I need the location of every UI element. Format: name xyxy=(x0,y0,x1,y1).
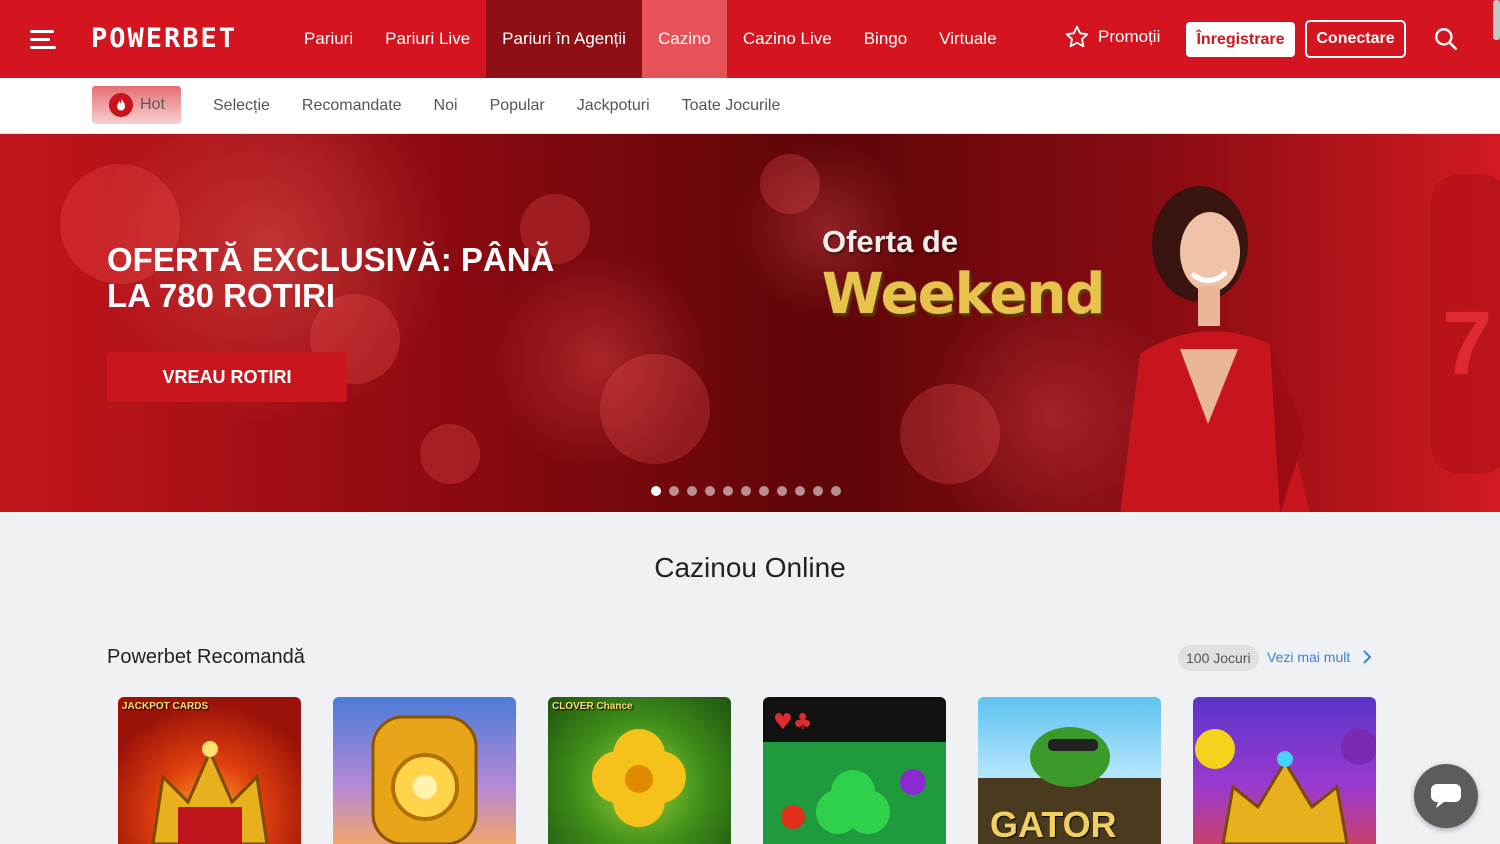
chat-icon xyxy=(1431,784,1461,808)
game-card[interactable] xyxy=(333,697,516,844)
slot-reel-decoration: 7 xyxy=(1430,174,1500,474)
bokeh-light xyxy=(900,384,1000,484)
category-selectie[interactable]: Selecție xyxy=(197,97,286,115)
carousel-dot[interactable] xyxy=(777,486,787,496)
star-icon xyxy=(1065,25,1089,48)
train-icon xyxy=(371,715,478,844)
top-navbar: POWERBET Pariuri Pariuri Live Pariuri în… xyxy=(0,0,1500,78)
carousel-dots xyxy=(651,486,849,496)
powerbet-logo[interactable]: POWERBET xyxy=(91,24,237,54)
hero-title: OFERTĂ EXCLUSIVĂ: PÂNĂ LA 780 ROTIRI xyxy=(107,241,555,314)
game-caption: CLOVER Chance xyxy=(552,701,633,712)
bokeh-light xyxy=(760,154,820,214)
nav-item-cazino[interactable]: Cazino xyxy=(641,0,727,78)
carousel-dot[interactable] xyxy=(741,486,751,496)
carousel-dot[interactable] xyxy=(831,486,841,496)
section-title: Cazinou Online xyxy=(654,552,846,583)
model-illustration xyxy=(1120,186,1310,512)
game-caption: JACKPOT CARDS xyxy=(122,701,209,712)
promotions-label: Promoții xyxy=(1098,27,1161,46)
carousel-dot[interactable] xyxy=(669,486,679,496)
carousel-dot[interactable] xyxy=(723,486,733,496)
nav-item-virtuale[interactable]: Virtuale xyxy=(923,0,1012,78)
svg-text:7: 7 xyxy=(1442,294,1492,394)
flame-icon xyxy=(109,93,133,117)
category-noi[interactable]: Noi xyxy=(418,97,474,115)
game-caption: GATOR xyxy=(990,804,1117,844)
game-cards-row: JACKPOT CARDS CLOVER Chance ♥♣ GATOR xyxy=(118,697,1408,844)
see-more-link[interactable]: Vezi mai mult xyxy=(1267,649,1372,665)
game-card[interactable] xyxy=(1193,697,1376,844)
game-card[interactable]: GATOR xyxy=(978,697,1161,844)
crown-icon xyxy=(151,741,269,844)
carousel-dot[interactable] xyxy=(795,486,805,496)
nav-item-pariuri[interactable]: Pariuri xyxy=(288,0,369,78)
nav-item-pariuri-agentii[interactable]: Pariuri în Agenții xyxy=(486,0,642,78)
carousel-dot[interactable] xyxy=(687,486,697,496)
see-more-label: Vezi mai mult xyxy=(1267,649,1351,665)
hero-banner[interactable]: OFERTĂ EXCLUSIVĂ: PÂNĂ LA 780 ROTIRI VRE… xyxy=(0,134,1500,512)
row-title: Powerbet Recomandă xyxy=(107,646,305,668)
games-count-badge: 100 Jocuri xyxy=(1178,645,1259,671)
game-card[interactable]: ♥♣ xyxy=(763,697,946,844)
chat-support-button[interactable] xyxy=(1414,764,1478,828)
category-hot[interactable]: Hot xyxy=(92,86,181,124)
main-nav: Pariuri Pariuri Live Pariuri în Agenții … xyxy=(288,0,1013,78)
offer-subtitle: Oferta de xyxy=(822,224,959,259)
hero-cta-button[interactable]: VREAU ROTIRI xyxy=(107,352,347,402)
category-popular[interactable]: Popular xyxy=(474,97,561,115)
bokeh-light xyxy=(600,354,710,464)
login-button[interactable]: Conectare xyxy=(1305,20,1406,58)
hamburger-menu-icon[interactable] xyxy=(30,26,58,52)
search-icon[interactable] xyxy=(1433,26,1459,57)
svg-text:♥♣: ♥♣ xyxy=(773,710,812,735)
game-card[interactable]: CLOVER Chance xyxy=(548,697,731,844)
carousel-dot[interactable] xyxy=(651,486,661,496)
carousel-dot[interactable] xyxy=(813,486,823,496)
bokeh-light xyxy=(420,424,480,484)
chevron-right-icon xyxy=(1363,650,1372,664)
offer-headline: Weekend xyxy=(822,262,1105,327)
clover-icon xyxy=(592,729,686,827)
register-button[interactable]: Înregistrare xyxy=(1186,22,1295,57)
nav-item-cazino-live[interactable]: Cazino Live xyxy=(727,0,848,78)
category-recomandate[interactable]: Recomandate xyxy=(286,97,418,115)
category-subnav: Hot Selecție Recomandate Noi Popular Jac… xyxy=(0,78,1500,134)
crown-fruit-icon xyxy=(1195,729,1376,844)
nav-item-bingo[interactable]: Bingo xyxy=(848,0,923,78)
scrollbar-thumb[interactable] xyxy=(1493,0,1500,40)
cards-clover-icon: ♥♣ xyxy=(773,710,926,834)
game-card[interactable]: JACKPOT CARDS xyxy=(118,697,301,844)
carousel-dot[interactable] xyxy=(705,486,715,496)
nav-item-pariuri-live[interactable]: Pariuri Live xyxy=(369,0,486,78)
category-toate-jocurile[interactable]: Toate Jocurile xyxy=(666,97,797,115)
category-hot-label: Hot xyxy=(140,96,165,113)
category-jackpoturi[interactable]: Jackpoturi xyxy=(561,97,666,115)
promotions-link[interactable]: Promoții xyxy=(1064,24,1160,50)
carousel-dot[interactable] xyxy=(759,486,769,496)
